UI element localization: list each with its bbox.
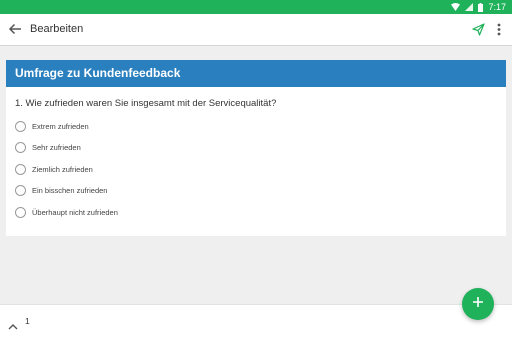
- status-bar: 7:17: [0, 0, 512, 14]
- status-icons: 7:17: [451, 0, 506, 14]
- option-sehr-zufrieden[interactable]: Sehr zufrieden: [15, 141, 81, 154]
- radio-button[interactable]: [15, 142, 26, 153]
- send-icon[interactable]: [472, 23, 485, 36]
- bottom-bar: 1: [0, 304, 512, 337]
- radio-button[interactable]: [15, 207, 26, 218]
- survey-card: Umfrage zu Kundenfeedback 1. Wie zufried…: [6, 60, 506, 236]
- option-extrem-zufrieden[interactable]: Extrem zufrieden: [15, 120, 89, 133]
- plus-icon: [472, 295, 484, 313]
- option-label: Ziemlich zufrieden: [32, 165, 93, 174]
- option-label: Extrem zufrieden: [32, 122, 89, 131]
- option-ein-bisschen-zufrieden[interactable]: Ein bisschen zufrieden: [15, 184, 107, 197]
- add-question-button[interactable]: [462, 288, 494, 320]
- option-label: Ein bisschen zufrieden: [32, 186, 108, 195]
- question-text: 1. Wie zufrieden waren Sie insgesamt mit…: [15, 98, 277, 109]
- page-title: Bearbeiten: [30, 23, 84, 35]
- wifi-icon: [451, 3, 461, 11]
- signal-icon: [465, 3, 474, 11]
- radio-button[interactable]: [15, 185, 26, 196]
- app-bar: Bearbeiten: [0, 14, 512, 46]
- radio-button[interactable]: [15, 121, 26, 132]
- option-label: Sehr zufrieden: [32, 143, 81, 152]
- more-vert-icon[interactable]: [496, 23, 502, 36]
- option-ueberhaupt-nicht-zufrieden[interactable]: Überhaupt nicht zufrieden: [15, 206, 118, 219]
- survey-title: Umfrage zu Kundenfeedback: [15, 66, 181, 80]
- survey-header: Umfrage zu Kundenfeedback: [6, 60, 506, 87]
- option-ziemlich-zufrieden[interactable]: Ziemlich zufrieden: [15, 163, 93, 176]
- radio-button[interactable]: [15, 164, 26, 175]
- battery-icon: [478, 2, 484, 12]
- page-number: 1: [25, 316, 30, 326]
- status-time: 7:17: [488, 2, 506, 12]
- option-label: Überhaupt nicht zufrieden: [32, 208, 118, 217]
- chevron-up-icon[interactable]: [8, 317, 18, 330]
- back-arrow-icon[interactable]: [8, 22, 22, 36]
